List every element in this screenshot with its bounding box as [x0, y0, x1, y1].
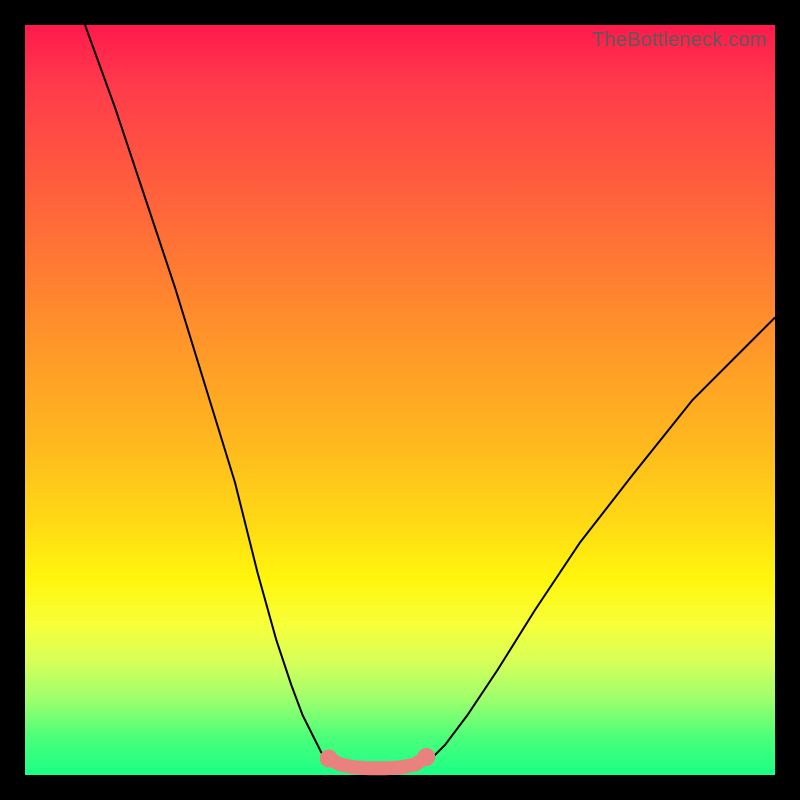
curve-right-branch [419, 318, 775, 767]
plot-area: TheBottleneck.com [25, 25, 775, 775]
curve-highlighted-minimum [329, 757, 427, 768]
chart-svg [25, 25, 775, 775]
highlight-dot-left [320, 750, 338, 768]
curve-left-branch [85, 25, 336, 766]
chart-frame: TheBottleneck.com [0, 0, 800, 800]
highlight-dot-right [417, 748, 435, 766]
